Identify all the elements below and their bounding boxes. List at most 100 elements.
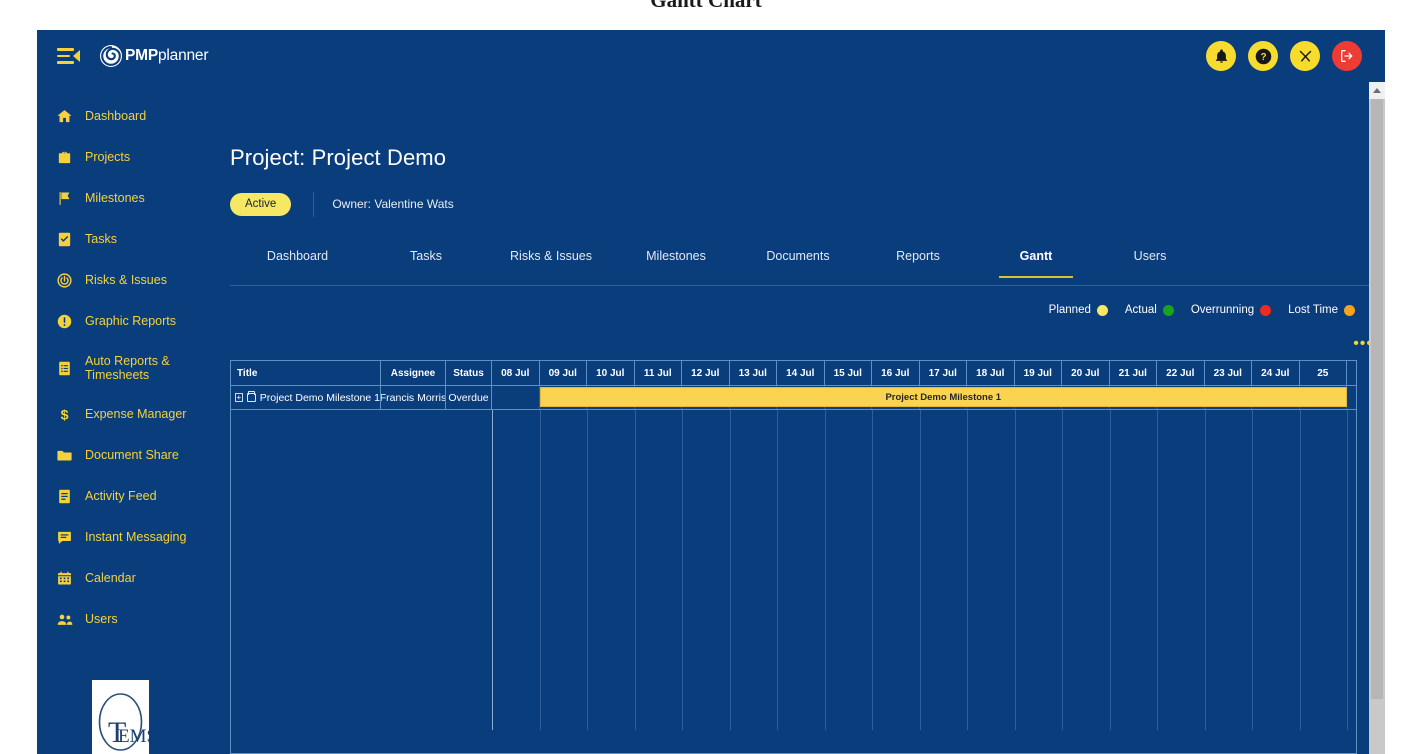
tab-tasks[interactable]: Tasks (365, 240, 487, 277)
sidebar-label: Risks & Issues (85, 273, 167, 287)
row-status-cell: Overdue (446, 386, 492, 409)
sidebar-item-expense-manager[interactable]: $ Expense Manager (37, 394, 230, 435)
scroll-up-button[interactable] (1369, 82, 1385, 99)
legend-item-lost-time: Lost Time (1288, 304, 1355, 316)
folder-icon (55, 446, 74, 465)
feed-icon (55, 487, 74, 506)
legend-color-dot (1344, 305, 1355, 316)
tab-dashboard[interactable]: Dashboard (230, 240, 365, 277)
sidebar-label: Tasks (85, 232, 117, 246)
date-column-header: 21 Jul (1110, 361, 1158, 385)
gantt-header-row: Title Assignee Status 08 Jul09 Jul10 Jul… (231, 361, 1356, 386)
sidebar-item-auto-reports-timesheets[interactable]: Auto Reports & Timesheets (37, 342, 230, 394)
tab-gantt[interactable]: Gantt (977, 240, 1095, 277)
gantt-grid-line (1157, 410, 1158, 730)
svg-text:$: $ (61, 407, 69, 423)
gantt-grid-line (777, 410, 778, 730)
legend-label: Lost Time (1288, 304, 1338, 316)
sidebar-label: Users (85, 612, 118, 626)
sidebar-item-graphic-reports[interactable]: Graphic Reports (37, 301, 230, 342)
hamburger-menu-icon[interactable] (57, 48, 79, 64)
sidebar-label: Auto Reports & Timesheets (85, 354, 230, 383)
gantt-grid-line (967, 410, 968, 730)
tab-reports[interactable]: Reports (859, 240, 977, 277)
sidebar-item-document-share[interactable]: Document Share (37, 435, 230, 476)
notifications-bell-icon[interactable] (1206, 41, 1236, 71)
dollar-icon: $ (55, 405, 74, 424)
tab-users[interactable]: Users (1095, 240, 1205, 277)
tools-settings-icon[interactable] (1290, 41, 1320, 71)
sidebar-item-milestones[interactable]: Milestones (37, 178, 230, 219)
status-badge[interactable]: Active (230, 193, 291, 216)
brand-logo[interactable]: PMPplanner (99, 44, 208, 68)
gantt-grid-line (1062, 410, 1063, 730)
gantt-grid-line (825, 410, 826, 730)
briefcase-icon (55, 148, 74, 167)
legend-item-actual: Actual (1125, 304, 1174, 316)
tab-documents[interactable]: Documents (737, 240, 859, 277)
top-bar-icon-group: ? (1206, 41, 1362, 71)
sidebar-item-tasks[interactable]: Tasks (37, 219, 230, 260)
gantt-grid-line (1110, 410, 1111, 730)
date-column-header: 09 Jul (540, 361, 588, 385)
sidebar-item-instant-messaging[interactable]: Instant Messaging (37, 517, 230, 558)
svg-text:EMS: EMS (118, 726, 149, 747)
legend-item-planned: Planned (1049, 304, 1108, 316)
gantt-grid-line (1300, 410, 1301, 730)
gantt-grid-line (872, 410, 873, 730)
gantt-grid-line (635, 410, 636, 730)
sidebar-item-risks-issues[interactable]: Risks & Issues (37, 260, 230, 301)
row-title-text: Project Demo Milestone 1 (260, 392, 380, 404)
gantt-grid-divider (492, 410, 493, 730)
gantt-chart: Title Assignee Status 08 Jul09 Jul10 Jul… (230, 360, 1357, 754)
date-column-header: 24 Jul (1252, 361, 1300, 385)
date-column-header: 23 Jul (1205, 361, 1253, 385)
page-title: Project: Project Demo (230, 145, 446, 171)
sidebar-item-dashboard[interactable]: Dashboard (37, 96, 230, 137)
project-meta-row: Active Owner: Valentine Wats (230, 190, 454, 218)
logout-icon[interactable] (1332, 41, 1362, 71)
sidebar-label: Document Share (85, 448, 179, 462)
sidebar-label: Activity Feed (85, 489, 157, 503)
date-column-header: 11 Jul (635, 361, 683, 385)
gantt-empty-body (231, 410, 1356, 730)
meta-divider (313, 192, 314, 217)
date-column-header: 16 Jul (872, 361, 920, 385)
legend-label: Overrunning (1191, 304, 1254, 316)
figure-caption: Gantt Chart (0, 0, 1412, 13)
sidebar-label: Dashboard (85, 109, 146, 123)
date-column-header: 20 Jul (1062, 361, 1110, 385)
expand-row-icon[interactable]: + (235, 393, 243, 402)
sidebar-item-users[interactable]: Users (37, 599, 230, 640)
column-header-title[interactable]: Title (231, 361, 381, 385)
row-title-cell: + Project Demo Milestone 1 (231, 386, 381, 409)
tab-milestones[interactable]: Milestones (615, 240, 737, 277)
help-question-icon[interactable]: ? (1248, 41, 1278, 71)
spiral-logo-icon (99, 44, 123, 68)
application-window: PMPplanner ? (37, 30, 1385, 754)
date-column-header: 19 Jul (1015, 361, 1063, 385)
brand-name-bold: PMP (125, 47, 158, 64)
sidebar-item-projects[interactable]: Projects (37, 137, 230, 178)
gantt-grid-line (920, 410, 921, 730)
legend-item-overrunning: Overrunning (1191, 304, 1271, 316)
legend-color-dot (1097, 305, 1108, 316)
date-column-header: 12 Jul (682, 361, 730, 385)
gantt-bar-milestone[interactable]: Project Demo Milestone 1 (540, 387, 1348, 407)
table-row[interactable]: + Project Demo Milestone 1 Francis Morri… (231, 386, 1356, 410)
sidebar-label: Expense Manager (85, 407, 186, 421)
screenshot-root: Gantt Chart PMPplanner (0, 0, 1412, 754)
gantt-grid-line (540, 410, 541, 730)
gantt-grid-line (1252, 410, 1253, 730)
sidebar-item-calendar[interactable]: Calendar (37, 558, 230, 599)
sidebar-item-activity-feed[interactable]: Activity Feed (37, 476, 230, 517)
column-header-assignee[interactable]: Assignee (381, 361, 446, 385)
scrollbar-thumb[interactable] (1371, 99, 1383, 699)
date-column-header: 13 Jul (730, 361, 778, 385)
vertical-scrollbar[interactable] (1369, 82, 1385, 754)
gantt-grid-line (730, 410, 731, 730)
sidebar-label: Instant Messaging (85, 530, 186, 544)
tab-risks-issues[interactable]: Risks & Issues (487, 240, 615, 277)
project-owner: Owner: Valentine Wats (332, 197, 453, 211)
column-header-status[interactable]: Status (446, 361, 492, 385)
